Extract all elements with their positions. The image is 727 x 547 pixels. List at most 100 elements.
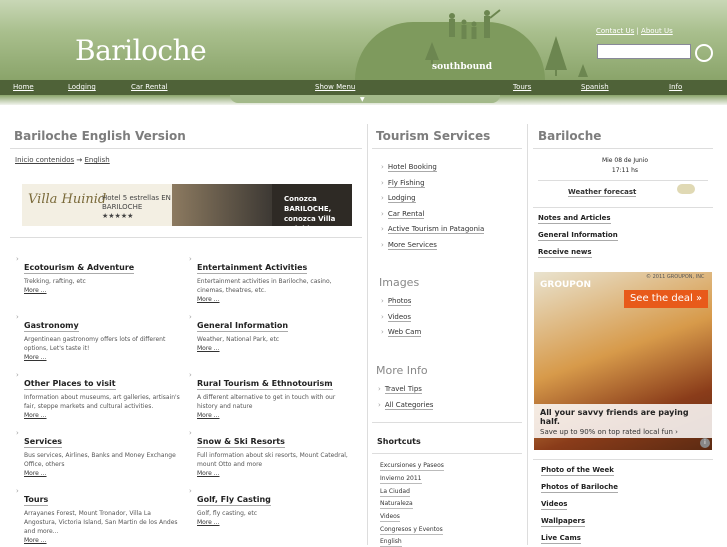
shortcut-link[interactable]: Videos bbox=[380, 513, 400, 522]
category-item: › Rural Tourism & Ethnotourism A different… bbox=[189, 371, 354, 419]
shortcut-link[interactable]: Invierno 2011 bbox=[380, 475, 422, 484]
receive-news-link[interactable]: Receive news bbox=[538, 248, 592, 258]
category-title[interactable]: Rural Tourism & Ethnotourism bbox=[197, 379, 333, 390]
image-link[interactable]: › Web Cam bbox=[381, 328, 422, 337]
about-us-link[interactable]: About Us bbox=[641, 27, 673, 35]
service-link[interactable]: › Fly Fishing bbox=[381, 179, 425, 188]
divider bbox=[372, 453, 522, 454]
general-information-link[interactable]: General Information bbox=[538, 231, 618, 241]
shortcut-link[interactable]: Naturaleza bbox=[380, 500, 413, 509]
more-link[interactable]: More ... bbox=[197, 345, 354, 352]
category-item: › Tours Arrayanes Forest, Mount Tronador, … bbox=[16, 487, 181, 544]
ad-info-icon[interactable]: i bbox=[700, 438, 710, 448]
more-link[interactable]: More ... bbox=[24, 470, 181, 477]
groupon-ad[interactable]: GROUPON © 2011 GROUPON, INC See the deal… bbox=[534, 272, 712, 450]
more-link[interactable]: More ... bbox=[24, 537, 181, 544]
family-silhouette-icon bbox=[449, 9, 501, 39]
shortcut-link[interactable]: Congresos y Eventos bbox=[380, 526, 443, 535]
more-link[interactable]: More ... bbox=[24, 287, 181, 294]
tree-icon bbox=[425, 42, 439, 64]
divider bbox=[533, 207, 713, 208]
notes-articles-link[interactable]: Notes and Articles bbox=[538, 214, 611, 224]
more-link[interactable]: More ... bbox=[24, 354, 181, 361]
image-link[interactable]: › Videos bbox=[381, 313, 412, 322]
nav-spanish[interactable]: Spanish bbox=[581, 83, 609, 91]
more-link[interactable]: More ... bbox=[197, 296, 354, 303]
category-title[interactable]: Services bbox=[24, 437, 63, 448]
nav-info[interactable]: Info bbox=[669, 83, 682, 91]
more-info-link[interactable]: › All Categories bbox=[378, 401, 434, 410]
contact-us-link[interactable]: Contact Us bbox=[596, 27, 634, 35]
banner-photo bbox=[172, 184, 272, 226]
category-title[interactable]: Gastronomy bbox=[24, 321, 79, 332]
shortcut-link[interactable]: La Ciudad bbox=[380, 488, 410, 497]
more-link[interactable]: More ... bbox=[197, 519, 354, 526]
see-deal-button[interactable]: See the deal » bbox=[624, 290, 708, 308]
breadcrumb-home[interactable]: Inicio contenidos bbox=[15, 156, 74, 164]
service-link[interactable]: › Lodging bbox=[381, 194, 416, 203]
site-header: Bariloche southbound Contact Us | About … bbox=[0, 0, 727, 80]
category-title[interactable]: General Information bbox=[197, 321, 289, 332]
live-cams-link[interactable]: Live Cams bbox=[541, 534, 581, 544]
category-item: › Other Places to visit Information about … bbox=[16, 371, 181, 419]
category-title[interactable]: Entertainment Activities bbox=[197, 263, 308, 274]
site-logo[interactable]: Bariloche bbox=[75, 34, 207, 67]
more-link[interactable]: More ... bbox=[24, 412, 181, 419]
weather-forecast-link[interactable]: Weather forecast bbox=[568, 188, 637, 197]
category-title[interactable]: Other Places to visit bbox=[24, 379, 116, 390]
top-links: Contact Us | About Us bbox=[596, 27, 673, 35]
photo-of-week-link[interactable]: Photo of the Week bbox=[541, 466, 614, 476]
more-info-title: More Info bbox=[376, 364, 428, 377]
nav-tours[interactable]: Tours bbox=[513, 83, 531, 91]
photos-of-bariloche-link[interactable]: Photos of Bariloche bbox=[541, 483, 618, 493]
column-divider bbox=[527, 124, 528, 545]
category-item: › General Information Weather, National Pa… bbox=[189, 313, 354, 352]
nav-car-rental[interactable]: Car Rental bbox=[131, 83, 168, 91]
service-link[interactable]: › Hotel Booking bbox=[381, 163, 437, 172]
wallpapers-link[interactable]: Wallpapers bbox=[541, 517, 586, 527]
chevron-down-icon[interactable]: ▼ bbox=[360, 96, 365, 103]
divider bbox=[538, 180, 708, 181]
image-link[interactable]: › Photos bbox=[381, 297, 412, 306]
page-title: Bariloche English Version bbox=[14, 129, 186, 143]
nav-home[interactable]: Home bbox=[13, 83, 34, 91]
breadcrumb-arrow: → bbox=[76, 156, 83, 164]
search-icon[interactable] bbox=[695, 44, 713, 62]
category-title[interactable]: Snow & Ski Resorts bbox=[197, 437, 285, 448]
tree-icon bbox=[545, 36, 567, 76]
videos-link[interactable]: Videos bbox=[541, 500, 568, 510]
service-link[interactable]: › Car Rental bbox=[381, 210, 425, 219]
more-link[interactable]: More ... bbox=[197, 412, 354, 419]
divider bbox=[10, 237, 362, 238]
nav-lodging[interactable]: Lodging bbox=[68, 83, 96, 91]
shortcut-link[interactable]: Excursiones y Paseos bbox=[380, 462, 444, 471]
shortcut-link[interactable]: English bbox=[380, 538, 402, 547]
category-title[interactable]: Ecotourism & Adventure bbox=[24, 263, 135, 274]
banner-left: Villa Huinid Hotel 5 estrellas EN BARILO… bbox=[22, 184, 172, 226]
service-link[interactable]: › More Services bbox=[381, 241, 437, 250]
nav-show-menu[interactable]: Show Menu bbox=[315, 83, 355, 91]
category-title[interactable]: Tours bbox=[24, 495, 49, 506]
more-link[interactable]: More ... bbox=[197, 470, 354, 477]
category-item: › Snow & Ski Resorts Full information abou… bbox=[189, 429, 354, 477]
cloud-icon bbox=[677, 184, 695, 194]
breadcrumb: Inicio contenidos → English bbox=[15, 156, 110, 164]
category-item: › Golf, Fly Casting Golf, fly casting, etc… bbox=[189, 487, 354, 526]
search-input[interactable] bbox=[597, 44, 691, 59]
tree-icon bbox=[578, 64, 588, 77]
ad-headline: All your savvy friends are paying half. bbox=[540, 408, 689, 426]
hotel-banner[interactable]: Villa Huinid Hotel 5 estrellas EN BARILO… bbox=[22, 184, 352, 233]
breadcrumb-current[interactable]: English bbox=[84, 156, 109, 164]
images-title: Images bbox=[379, 276, 420, 289]
more-info-link[interactable]: › Travel Tips bbox=[378, 385, 422, 394]
category-title[interactable]: Golf, Fly Casting bbox=[197, 495, 271, 506]
ad-brand: GROUPON bbox=[540, 280, 592, 290]
nav-shadow: ▼ bbox=[0, 95, 727, 105]
date-time: Mie 08 de Junio 17:11 hs bbox=[601, 157, 649, 174]
banner-logo: Villa Huinid bbox=[28, 192, 107, 207]
show-menu-tab[interactable] bbox=[230, 95, 500, 103]
divider bbox=[372, 148, 522, 149]
section-title: Tourism Services bbox=[376, 129, 491, 143]
service-link[interactable]: › Active Tourism in Patagonia bbox=[381, 225, 485, 234]
divider bbox=[533, 148, 713, 149]
